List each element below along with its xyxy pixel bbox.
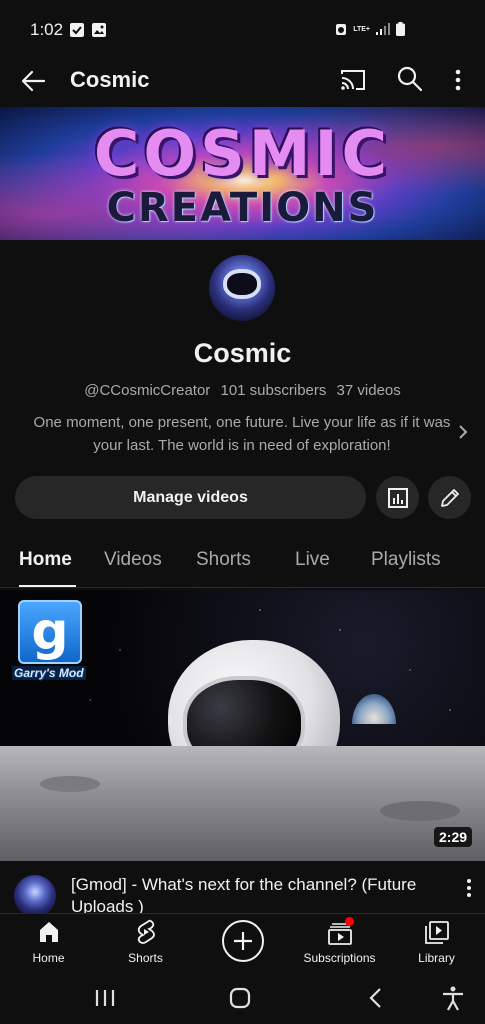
more-options-icon[interactable] [448,66,468,94]
moon-surface [0,746,485,861]
tab-shorts[interactable]: Shorts [196,549,251,571]
bottom-navigation: Home Shorts Subscriptions Library [0,913,485,973]
manage-videos-button[interactable]: Manage videos [15,476,366,519]
back-system-icon[interactable] [366,985,386,1011]
signal-icon [376,23,390,35]
analytics-button[interactable] [376,476,419,519]
pencil-icon [440,488,459,507]
plus-icon [234,932,252,950]
check-notification-icon [70,23,84,37]
alarm-icon [336,24,347,35]
page-title: Cosmic [70,67,150,92]
nav-home[interactable]: Home [0,918,97,965]
video-count: 37 videos [336,382,401,399]
nav-home-label: Home [32,951,65,965]
banner-title-line1: COSMIC [93,117,392,190]
library-icon [424,921,449,944]
status-time: 1:02 [30,20,64,39]
analytics-icon [387,487,408,508]
nav-shorts-label: Shorts [128,951,163,965]
nav-subscriptions[interactable]: Subscriptions [291,918,388,965]
video-title[interactable]: [Gmod] - What's next for the channel? (F… [71,874,441,913]
chevron-right-icon[interactable] [456,422,470,442]
network-label: LTE+ [353,25,370,33]
status-right-icons: LTE+ [335,22,405,36]
subscriber-count: 101 subscribers [220,382,327,399]
video-more-icon[interactable] [462,877,476,899]
top-app-bar: Cosmic [0,56,485,104]
nav-subscriptions-label: Subscriptions [303,951,376,965]
status-bar: 1:02 LTE+ [0,0,485,60]
recent-apps-icon[interactable] [93,985,117,1011]
tab-home[interactable]: Home [19,549,72,571]
tab-playlists[interactable]: Playlists [371,549,441,571]
banner-title-line2: CREATIONS [106,185,379,231]
create-button[interactable] [222,920,264,962]
nav-library-label: Library [418,951,455,965]
tab-live[interactable]: Live [295,549,330,571]
nav-shorts[interactable]: Shorts [97,918,194,965]
channel-avatar[interactable] [209,255,275,321]
search-icon[interactable] [396,65,424,93]
channel-description[interactable]: One moment, one present, one future. Liv… [22,411,462,457]
accessibility-icon[interactable] [440,985,466,1011]
gallery-notification-icon [92,23,106,37]
shorts-icon [137,919,155,944]
home-icon [39,922,58,942]
status-notification-icons [70,23,106,37]
notification-badge [345,917,354,926]
cast-icon[interactable] [338,66,368,94]
active-tab-indicator [19,585,76,587]
channel-tabs: Home Videos Shorts Live Playlists [0,540,485,588]
channel-name: Cosmic [193,338,292,368]
video-duration-badge: 2:29 [434,827,473,847]
gmod-logo: g [18,600,82,664]
edit-channel-button[interactable] [428,476,471,519]
channel-meta: @CCosmicCreator 101 subscribers 37 video… [0,382,485,399]
gmod-logo-label: Garry's Mod [12,666,86,680]
back-arrow-icon[interactable] [18,66,48,96]
home-system-icon[interactable] [228,985,252,1011]
channel-handle: @CCosmicCreator [84,382,211,399]
video-channel-avatar[interactable] [14,875,56,913]
tab-videos[interactable]: Videos [104,549,162,571]
battery-icon [396,22,405,36]
system-navigation-bar [0,973,485,1024]
channel-banner: COSMIC CREATIONS [0,107,485,240]
video-info-row[interactable]: [Gmod] - What's next for the channel? (F… [0,861,485,913]
nav-library[interactable]: Library [388,918,485,965]
